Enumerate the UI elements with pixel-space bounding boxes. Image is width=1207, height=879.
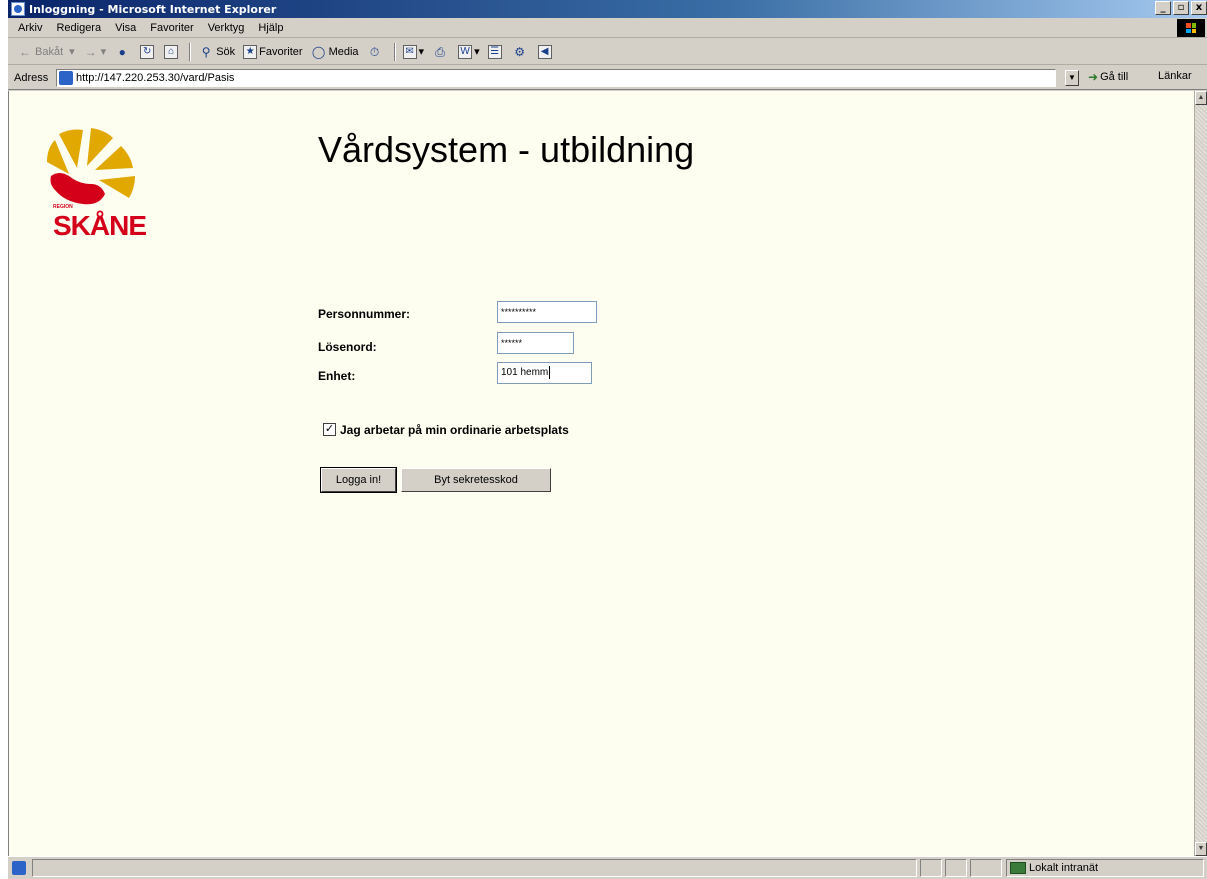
research-button[interactable]: ⚙	[509, 41, 533, 63]
page-status-icon	[12, 861, 26, 875]
menu-bar: Arkiv Redigera Visa Favoriter Verktyg Hj…	[8, 18, 1207, 38]
messenger-button[interactable]: ◀	[535, 41, 557, 63]
back-arrow-icon: ←	[19, 44, 31, 59]
address-label: Adress	[14, 71, 49, 84]
forward-button[interactable]: → ▾	[80, 41, 110, 63]
address-input[interactable]: http://147.220.253.30/vard/Pasis	[56, 69, 1056, 87]
mail-button[interactable]: ✉ ▾	[400, 41, 428, 63]
address-bar: Adress http://147.220.253.30/vard/Pasis …	[8, 66, 1207, 90]
page-icon	[59, 71, 73, 85]
region-skane-logo: REGION SKÅNE	[39, 124, 159, 254]
status-cell	[970, 859, 1002, 877]
edit-dropdown-icon: ▾	[474, 46, 480, 58]
home-icon: ⌂	[164, 44, 179, 59]
menu-verktyg[interactable]: Verktyg	[201, 19, 252, 37]
go-label: Gå till	[1100, 71, 1129, 83]
favorites-label: Favoriter	[259, 45, 303, 58]
scroll-up-icon[interactable]: ▲	[1195, 91, 1207, 105]
back-button[interactable]: ← Bakåt ▾	[14, 41, 78, 63]
history-button[interactable]: ⏱	[364, 41, 388, 63]
intranet-zone-icon	[1010, 862, 1026, 874]
text-caret	[549, 365, 551, 379]
security-zone: Lokalt intranät	[1006, 859, 1204, 877]
griffin-logo-icon	[47, 128, 135, 205]
search-label: Sök	[216, 45, 236, 58]
losenord-label: Lösenord:	[318, 340, 377, 354]
enhet-label: Enhet:	[318, 369, 356, 383]
forward-arrow-icon: →	[84, 44, 97, 59]
forward-dropdown-icon: ▾	[100, 46, 107, 58]
change-secret-code-button[interactable]: Byt sekretesskod	[401, 468, 551, 492]
vertical-scrollbar[interactable]: ▲ ▼	[1194, 91, 1207, 856]
media-label: Media	[328, 45, 359, 58]
home-button[interactable]: ⌂	[161, 41, 183, 63]
print-icon: ⎙	[435, 44, 445, 59]
stop-icon: ●	[118, 44, 126, 59]
title-bar[interactable]: Inloggning - Microsoft Internet Explorer…	[8, 0, 1207, 18]
refresh-button[interactable]: ↻	[137, 41, 159, 63]
favorites-icon: ★	[243, 44, 258, 59]
window-title: Inloggning - Microsoft Internet Explorer	[29, 2, 277, 16]
menu-hjalp[interactable]: Hjälp	[251, 19, 290, 37]
password-input[interactable]: ******	[497, 332, 574, 354]
status-bar: Lokalt intranät	[8, 856, 1207, 879]
page-title: Vårdsystem - utbildning	[318, 129, 695, 170]
menu-arkiv[interactable]: Arkiv	[8, 19, 49, 37]
back-label: Bakåt	[35, 45, 64, 58]
status-cell	[920, 859, 942, 877]
links-button[interactable]: Länkar	[1158, 70, 1192, 82]
minimize-button[interactable]: _	[1155, 1, 1171, 15]
login-button[interactable]: Logga in!	[320, 467, 397, 493]
stop-button[interactable]: ●	[111, 41, 135, 63]
search-button[interactable]: ⚲ Sök	[195, 41, 238, 63]
ordinary-workplace-label[interactable]: Jag arbetar på min ordinarie arbetsplats	[340, 423, 569, 437]
status-cell	[945, 859, 967, 877]
media-icon: ◯	[311, 44, 326, 59]
personnummer-label: Personnummer:	[318, 307, 411, 321]
logo-text: SKÅNE	[53, 210, 147, 241]
discuss-button[interactable]: ☰	[485, 41, 507, 63]
toolbar-separator	[393, 42, 396, 61]
word-icon: W	[458, 44, 473, 59]
go-arrow-icon: ➜	[1088, 70, 1099, 84]
close-button[interactable]: x	[1191, 1, 1207, 15]
history-icon: ⏱	[369, 44, 380, 59]
discuss-icon: ☰	[487, 44, 502, 59]
maximize-button[interactable]: ▫	[1173, 1, 1189, 15]
research-icon: ⚙	[514, 44, 525, 59]
scroll-down-icon[interactable]: ▼	[1195, 842, 1207, 856]
window-controls: _ ▫ x	[1153, 1, 1207, 15]
back-dropdown-icon: ▾	[69, 46, 75, 58]
mail-icon: ✉	[402, 44, 417, 59]
enhet-value: 101 hemm	[501, 367, 549, 378]
menu-favoriter[interactable]: Favoriter	[143, 19, 200, 37]
address-dropdown-icon[interactable]: ▼	[1065, 70, 1079, 86]
menu-visa[interactable]: Visa	[108, 19, 143, 37]
messenger-icon: ◀	[537, 44, 552, 59]
go-button[interactable]: ➜ Gå till	[1088, 70, 1128, 84]
windows-logo-icon	[1177, 19, 1205, 37]
zone-label: Lokalt intranät	[1029, 862, 1099, 874]
status-text-cell	[32, 859, 917, 877]
page-content: REGION SKÅNE Vårdsystem - utbildning Per…	[8, 91, 1194, 856]
search-icon: ⚲	[201, 44, 211, 59]
ie-icon	[11, 2, 25, 16]
enhet-input[interactable]: 101 hemm	[497, 362, 592, 384]
toolbar-separator	[189, 42, 192, 61]
personnummer-input[interactable]: **********	[497, 301, 597, 323]
mail-dropdown-icon: ▾	[418, 46, 425, 58]
refresh-icon: ↻	[140, 44, 155, 59]
toolbar: ← Bakåt ▾ → ▾ ● ↻ ⌂ ⚲ Sök ★ Favoriter ◯ …	[8, 39, 1207, 65]
favorites-button[interactable]: ★ Favoriter	[240, 41, 305, 63]
browser-window: Inloggning - Microsoft Internet Explorer…	[8, 0, 1207, 879]
media-button[interactable]: ◯ Media	[308, 41, 362, 63]
print-button[interactable]: ⎙	[429, 41, 453, 63]
ordinary-workplace-checkbox[interactable]: ✓	[323, 423, 336, 436]
edit-button[interactable]: W ▾	[455, 41, 483, 63]
address-url: http://147.220.253.30/vard/Pasis	[76, 72, 235, 84]
menu-redigera[interactable]: Redigera	[49, 19, 108, 37]
